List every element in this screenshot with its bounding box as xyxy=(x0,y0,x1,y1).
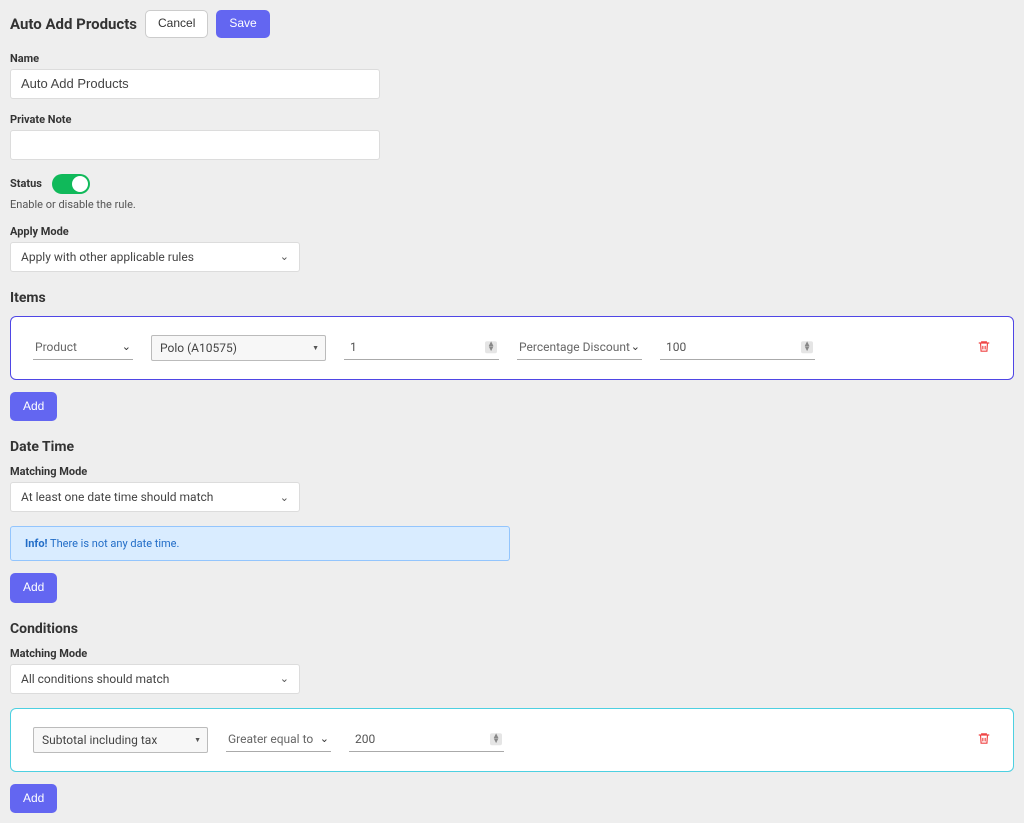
items-row: Product ⌄ Polo (A10575) ▼ 1 ▲▼ Percentag… xyxy=(33,335,991,361)
qty-input[interactable]: 1 ▲▼ xyxy=(344,336,499,360)
name-input[interactable] xyxy=(10,69,380,99)
condition-field-value: Subtotal including tax xyxy=(42,733,157,747)
discount-type-select[interactable]: Percentage Discount ⌄ xyxy=(517,336,642,360)
private-note-input[interactable] xyxy=(10,130,380,160)
chevron-down-icon: ⌄ xyxy=(280,672,289,685)
add-datetime-button[interactable]: Add xyxy=(10,573,57,603)
stepper-icon[interactable]: ▲▼ xyxy=(801,341,813,353)
condition-field-select[interactable]: Subtotal including tax ▼ xyxy=(33,727,208,753)
delete-item-button[interactable] xyxy=(977,339,991,357)
chevron-down-icon: ⌄ xyxy=(280,250,289,263)
condition-row: Subtotal including tax ▼ Greater equal t… xyxy=(33,727,991,753)
condition-value: 200 xyxy=(355,732,375,746)
datetime-matching-mode-value: At least one date time should match xyxy=(21,490,213,504)
save-button[interactable]: Save xyxy=(216,10,269,38)
page-title: Auto Add Products xyxy=(10,15,137,33)
conditions-heading: Conditions xyxy=(10,621,1014,637)
apply-mode-value: Apply with other applicable rules xyxy=(21,250,194,264)
product-select[interactable]: Polo (A10575) ▼ xyxy=(151,335,326,361)
private-note-label: Private Note xyxy=(10,113,1014,126)
qty-value: 1 xyxy=(350,340,357,354)
discount-value: 100 xyxy=(666,340,686,354)
item-type-select[interactable]: Product ⌄ xyxy=(33,336,133,360)
condition-value-input[interactable]: 200 ▲▼ xyxy=(349,728,504,752)
name-label: Name xyxy=(10,52,1014,65)
datetime-matching-mode-select[interactable]: At least one date time should match ⌄ xyxy=(10,482,300,512)
chevron-down-icon: ⌄ xyxy=(122,340,131,353)
datetime-info-banner: Info! There is not any date time. xyxy=(10,526,510,561)
discount-type-value: Percentage Discount xyxy=(519,340,630,354)
status-helper: Enable or disable the rule. xyxy=(10,198,1014,211)
add-item-button[interactable]: Add xyxy=(10,392,57,422)
info-prefix: Info! xyxy=(25,537,48,550)
item-type-value: Product xyxy=(35,340,77,354)
condition-operator-select[interactable]: Greater equal to ⌄ xyxy=(226,728,331,752)
condition-operator-value: Greater equal to xyxy=(228,732,313,746)
chevron-down-icon: ⌄ xyxy=(631,340,640,353)
triangle-down-icon: ▼ xyxy=(312,344,319,352)
stepper-icon[interactable]: ▲▼ xyxy=(485,341,497,353)
triangle-down-icon: ▼ xyxy=(194,736,201,744)
datetime-heading: Date Time xyxy=(10,439,1014,455)
discount-value-input[interactable]: 100 ▲▼ xyxy=(660,336,815,360)
delete-condition-button[interactable] xyxy=(977,731,991,749)
conditions-panel: Subtotal including tax ▼ Greater equal t… xyxy=(10,708,1014,772)
conditions-matching-mode-label: Matching Mode xyxy=(10,647,1014,660)
apply-mode-label: Apply Mode xyxy=(10,225,1014,238)
stepper-icon[interactable]: ▲▼ xyxy=(490,733,502,745)
datetime-matching-mode-label: Matching Mode xyxy=(10,465,1014,478)
items-heading: Items xyxy=(10,290,1014,306)
chevron-down-icon: ⌄ xyxy=(280,491,289,504)
items-panel: Product ⌄ Polo (A10575) ▼ 1 ▲▼ Percentag… xyxy=(10,316,1014,380)
conditions-matching-mode-value: All conditions should match xyxy=(21,672,169,686)
status-label: Status xyxy=(10,177,42,190)
info-text: There is not any date time. xyxy=(48,537,180,550)
status-toggle[interactable] xyxy=(52,174,90,194)
add-condition-button[interactable]: Add xyxy=(10,784,57,814)
conditions-matching-mode-select[interactable]: All conditions should match ⌄ xyxy=(10,664,300,694)
product-value: Polo (A10575) xyxy=(160,341,237,355)
chevron-down-icon: ⌄ xyxy=(320,732,329,745)
apply-mode-select[interactable]: Apply with other applicable rules ⌄ xyxy=(10,242,300,272)
cancel-button[interactable]: Cancel xyxy=(145,10,208,38)
